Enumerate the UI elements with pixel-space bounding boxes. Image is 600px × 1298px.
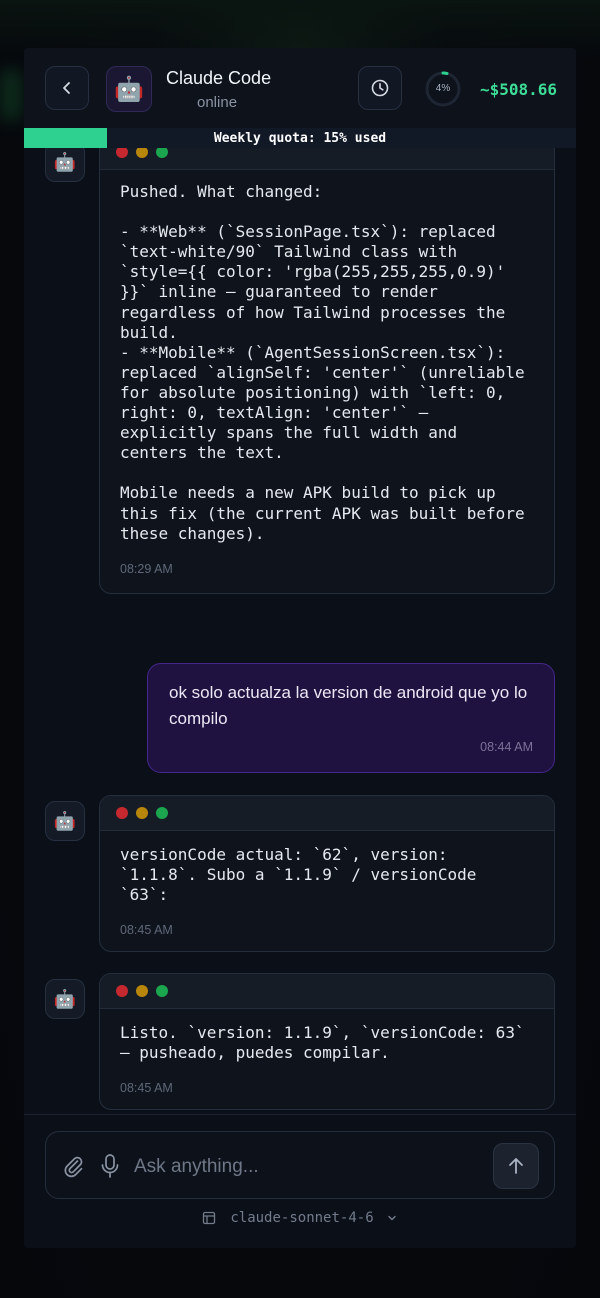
yellow-dot-icon bbox=[136, 807, 148, 819]
user-message: ok solo actualza la version de android q… bbox=[147, 663, 555, 773]
robot-icon: 🤖 bbox=[114, 75, 144, 103]
back-button[interactable] bbox=[45, 66, 89, 110]
session-cost: ~$508.66 bbox=[480, 80, 558, 99]
red-dot-icon bbox=[116, 148, 128, 158]
context-progress-label: 4% bbox=[435, 83, 451, 94]
robot-icon: 🤖 bbox=[53, 151, 77, 172]
history-button[interactable] bbox=[358, 66, 402, 110]
yellow-dot-icon bbox=[136, 148, 148, 158]
microphone-icon bbox=[101, 1154, 119, 1178]
arrow-up-icon bbox=[509, 1158, 523, 1174]
message-text: Listo. `version: 1.1.9`, `versionCode: 6… bbox=[120, 1023, 535, 1063]
model-name: claude-sonnet-4-6 bbox=[230, 1210, 374, 1226]
message-window-bar bbox=[100, 796, 554, 831]
model-selector[interactable]: claude-sonnet-4-6 bbox=[24, 1210, 576, 1226]
bot-avatar: 🤖 bbox=[45, 148, 85, 182]
microphone-button[interactable] bbox=[100, 1153, 120, 1184]
message-text: Pushed. What changed: - **Web** (`Sessio… bbox=[120, 182, 525, 543]
message-time: 08:29 AM bbox=[120, 561, 173, 576]
agent-avatar: 🤖 bbox=[106, 66, 152, 112]
attach-button[interactable] bbox=[62, 1154, 84, 1183]
message-time: 08:44 AM bbox=[480, 740, 533, 754]
chat-panel: 🤖 Claude Code online 4% ~$508.66 Weekly … bbox=[24, 48, 576, 1248]
send-button[interactable] bbox=[493, 1143, 539, 1189]
model-icon bbox=[202, 1211, 216, 1225]
weekly-quota-bar: Weekly quota: 15% used bbox=[24, 128, 576, 148]
red-dot-icon bbox=[116, 985, 128, 997]
assistant-message: Listo. `version: 1.1.9`, `versionCode: 6… bbox=[99, 973, 555, 1110]
clock-icon bbox=[371, 79, 389, 97]
green-dot-icon bbox=[156, 985, 168, 997]
robot-icon: 🤖 bbox=[53, 810, 77, 831]
composer-divider bbox=[24, 1114, 576, 1115]
chevron-down-icon bbox=[388, 1215, 396, 1221]
message-window-bar bbox=[100, 148, 554, 170]
assistant-message: Pushed. What changed: - **Web** (`Sessio… bbox=[99, 148, 555, 594]
screen: 🤖 Claude Code online 4% ~$508.66 Weekly … bbox=[0, 0, 600, 1298]
message-text: versionCode actual: `62`, version: `1.1.… bbox=[120, 845, 487, 905]
assistant-message: versionCode actual: `62`, version: `1.1.… bbox=[99, 795, 555, 952]
message-input[interactable] bbox=[132, 1150, 436, 1184]
message-composer bbox=[45, 1131, 555, 1199]
message-time: 08:45 AM bbox=[120, 923, 173, 938]
bot-avatar: 🤖 bbox=[45, 801, 85, 841]
background-glow bbox=[0, 70, 22, 120]
message-list[interactable]: 🤖 Pushed. What changed: - **Web** (`Sess… bbox=[24, 148, 576, 1114]
green-dot-icon bbox=[156, 148, 168, 158]
robot-icon: 🤖 bbox=[53, 988, 77, 1009]
green-dot-icon bbox=[156, 807, 168, 819]
red-dot-icon bbox=[116, 807, 128, 819]
paperclip-icon bbox=[64, 1156, 83, 1178]
agent-name: Claude Code bbox=[166, 68, 272, 88]
message-window-bar bbox=[100, 974, 554, 1009]
agent-status: online bbox=[197, 94, 238, 111]
chevron-left-icon bbox=[63, 82, 70, 94]
bot-avatar: 🤖 bbox=[45, 979, 85, 1019]
quota-label: Weekly quota: 15% used bbox=[213, 131, 387, 146]
chat-header: 🤖 Claude Code online 4% ~$508.66 bbox=[24, 48, 576, 128]
message-time: 08:45 AM bbox=[120, 1081, 173, 1096]
yellow-dot-icon bbox=[136, 985, 148, 997]
message-text: ok solo actualza la version de android q… bbox=[169, 683, 528, 728]
